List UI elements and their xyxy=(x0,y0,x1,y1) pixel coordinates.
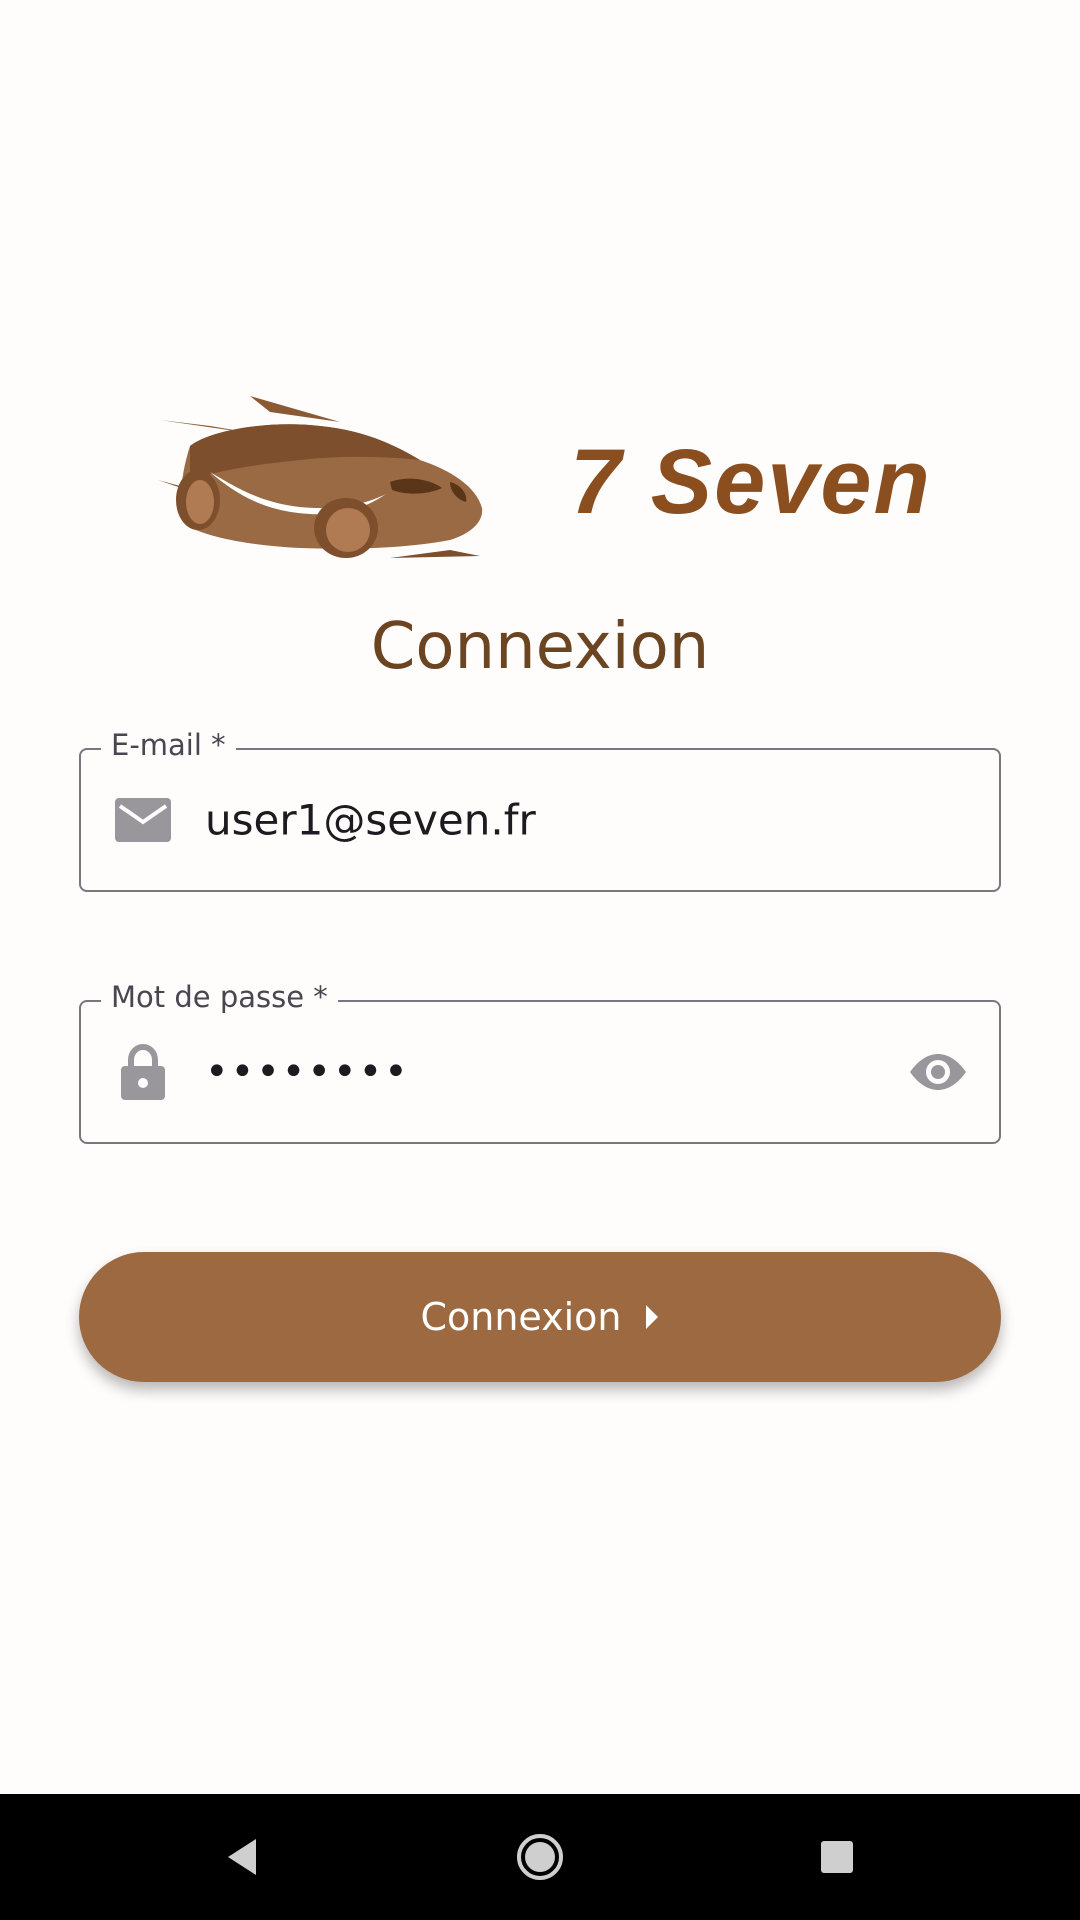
page-title: Connexion xyxy=(370,610,710,684)
app-logo: 7 Seven xyxy=(150,390,930,570)
login-screen: 7 Seven Connexion E-mail * user1@seven.f… xyxy=(0,0,1080,1920)
mail-icon xyxy=(115,792,171,848)
lock-icon xyxy=(115,1044,171,1100)
email-input[interactable]: user1@seven.fr xyxy=(205,796,536,845)
home-circle-icon[interactable] xyxy=(500,1817,580,1897)
password-label: Mot de passe * xyxy=(101,980,338,1014)
eye-icon[interactable] xyxy=(907,1041,969,1103)
logo-text: 7 Seven xyxy=(570,431,932,533)
password-field[interactable]: Mot de passe * •••••••• xyxy=(79,980,1001,1144)
car-logo-icon xyxy=(158,396,483,558)
login-button[interactable]: Connexion xyxy=(79,1252,1001,1382)
password-input[interactable]: •••••••• xyxy=(205,1049,410,1095)
recent-square-icon[interactable] xyxy=(797,1817,877,1897)
back-triangle-icon[interactable] xyxy=(202,1817,282,1897)
login-button-label: Connexion xyxy=(420,1295,622,1339)
chevron-right-icon xyxy=(644,1303,660,1331)
email-field[interactable]: E-mail * user1@seven.fr xyxy=(79,728,1001,892)
system-navigation-bar xyxy=(0,1794,1080,1920)
email-label: E-mail * xyxy=(101,728,236,762)
